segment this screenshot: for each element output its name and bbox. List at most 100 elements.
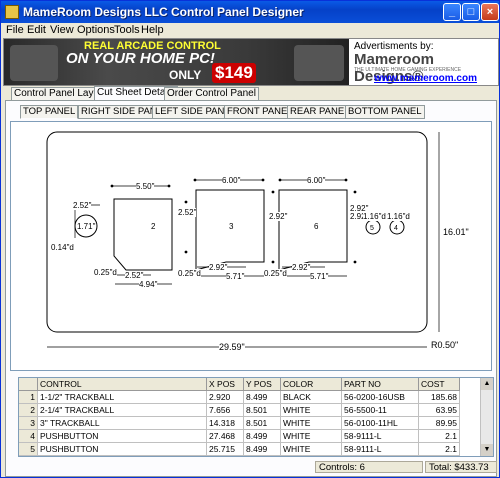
subtab-front-panel[interactable]: FRONT PANEL bbox=[224, 105, 296, 119]
row-number: 2 bbox=[19, 403, 38, 417]
cutout-3-label: 3 bbox=[229, 222, 234, 231]
cut-sheet-panel: TOP PANEL RIGHT SIDE PANEL LEFT SIDE PAN… bbox=[5, 100, 497, 477]
maximize-button[interactable]: □ bbox=[462, 3, 480, 21]
menu-edit[interactable]: Edit bbox=[27, 24, 46, 36]
cell-ypos[interactable]: 8.499 bbox=[243, 390, 281, 404]
controls-table: CONTROL X POS Y POS COLOR PART NO COST 1… bbox=[19, 378, 460, 456]
cell-xpos[interactable]: 2.920 bbox=[206, 390, 244, 404]
cell-color[interactable]: WHITE bbox=[280, 416, 342, 430]
title-bar[interactable]: MameRoom Designs LLC Control Panel Desig… bbox=[1, 1, 499, 23]
tab-order-control-panel[interactable]: Order Control Panel bbox=[164, 87, 259, 100]
subtab-bottom-panel[interactable]: BOTTOM PANEL bbox=[345, 105, 425, 119]
dim-0-25-c: 0.25"d bbox=[264, 269, 287, 278]
cell-cost[interactable]: 2.1 bbox=[418, 429, 460, 443]
advertisement-banner[interactable]: REAL ARCADE CONTROL ON YOUR HOME PC! ONL… bbox=[3, 38, 499, 86]
cell-color[interactable]: WHITE bbox=[280, 429, 342, 443]
col-header-ypos[interactable]: Y POS bbox=[243, 378, 281, 391]
cell-xpos[interactable]: 7.656 bbox=[206, 403, 244, 417]
table-row[interactable]: 5 PUSHBUTTON 25.715 8.499 WHITE 58-9111-… bbox=[19, 442, 460, 456]
ad-subheadline: ON YOUR HOME PC! bbox=[66, 50, 215, 67]
menu-bar: File Edit View Options Tools Help bbox=[1, 23, 499, 37]
cell-color[interactable]: BLACK bbox=[280, 390, 342, 404]
cell-part-no[interactable]: 56-5500-11 bbox=[341, 403, 419, 417]
cell-control[interactable]: PUSHBUTTON bbox=[37, 442, 207, 456]
menu-help[interactable]: Help bbox=[141, 24, 164, 36]
table-header-row: CONTROL X POS Y POS COLOR PART NO COST bbox=[19, 378, 460, 391]
row-number: 1 bbox=[19, 390, 38, 404]
total-cost: Total: $433.73 bbox=[425, 461, 497, 473]
dim-1-16-b: 1.16"d bbox=[387, 212, 410, 221]
cell-part-no[interactable]: 58-9111-L bbox=[341, 429, 419, 443]
cell-ypos[interactable]: 8.499 bbox=[243, 442, 281, 456]
ad-only-text: ONLY bbox=[169, 68, 202, 82]
ad-image[interactable]: REAL ARCADE CONTROL ON YOUR HOME PC! ONL… bbox=[4, 39, 349, 85]
table-row[interactable]: 3 3" TRACKBALL 14.318 8.501 WHITE 56-010… bbox=[19, 416, 460, 430]
cutout-6-label: 6 bbox=[314, 222, 319, 231]
app-window: MameRoom Designs LLC Control Panel Desig… bbox=[0, 0, 500, 478]
menu-file[interactable]: File bbox=[6, 24, 24, 36]
menu-options[interactable]: Options bbox=[77, 24, 115, 36]
dim-width: 29.59" bbox=[219, 342, 245, 352]
dim-2-92-a: 2.92" bbox=[269, 212, 288, 221]
cell-cost[interactable]: 2.1 bbox=[418, 442, 460, 456]
cell-control[interactable]: 2-1/4" TRACKBALL bbox=[37, 403, 207, 417]
cell-part-no[interactable]: 56-0200-16USB bbox=[341, 390, 419, 404]
cell-xpos[interactable]: 27.468 bbox=[206, 429, 244, 443]
cell-part-no[interactable]: 58-9111-L bbox=[341, 442, 419, 456]
cell-cost[interactable]: 89.95 bbox=[418, 416, 460, 430]
cell-cost[interactable]: 63.95 bbox=[418, 403, 460, 417]
app-icon bbox=[5, 5, 19, 19]
ad-sponsor[interactable]: Advertisments by: Mameroom Designs® THE … bbox=[350, 39, 498, 85]
subtab-rear-panel[interactable]: REAR PANEL bbox=[287, 105, 353, 119]
joystick-image bbox=[10, 45, 58, 81]
brand-url-link[interactable]: www.mameroom.com bbox=[374, 73, 477, 84]
dim-2-92-b: 2.92" bbox=[209, 263, 228, 272]
cell-control[interactable]: 1-1/2" TRACKBALL bbox=[37, 390, 207, 404]
cell-cost[interactable]: 185.68 bbox=[418, 390, 460, 404]
row-number: 3 bbox=[19, 416, 38, 430]
scroll-up-icon[interactable]: ▲ bbox=[481, 378, 493, 390]
col-header-color[interactable]: COLOR bbox=[280, 378, 342, 391]
status-bar: Controls: 6 Total: $433.73 bbox=[5, 460, 497, 474]
dim-5-71-a: 5.71" bbox=[226, 272, 245, 281]
cutout-2 bbox=[113, 198, 173, 271]
dim-0-14: 0.14"d bbox=[51, 243, 74, 252]
table-row[interactable]: 1 1-1/2" TRACKBALL 2.920 8.499 BLACK 56-… bbox=[19, 390, 460, 404]
menu-view[interactable]: View bbox=[50, 24, 74, 36]
dim-5-50: 5.50" bbox=[136, 182, 155, 191]
cell-ypos[interactable]: 8.501 bbox=[243, 403, 281, 417]
minimize-button[interactable]: _ bbox=[443, 3, 461, 21]
dim-0-25-b: 0.25"d bbox=[178, 269, 201, 278]
controls-grid[interactable]: CONTROL X POS Y POS COLOR PART NO COST 1… bbox=[18, 377, 494, 457]
cell-ypos[interactable]: 8.501 bbox=[243, 416, 281, 430]
dim-1-71: 1.71" bbox=[77, 222, 96, 231]
table-row[interactable]: 4 PUSHBUTTON 27.468 8.499 WHITE 58-9111-… bbox=[19, 429, 460, 443]
row-header-corner bbox=[19, 378, 38, 391]
menu-tools[interactable]: Tools bbox=[114, 24, 140, 36]
cell-color[interactable]: WHITE bbox=[280, 442, 342, 456]
col-header-xpos[interactable]: X POS bbox=[206, 378, 244, 391]
cell-control[interactable]: PUSHBUTTON bbox=[37, 429, 207, 443]
vertical-scrollbar[interactable]: ▲ ▼ bbox=[480, 378, 493, 456]
table-row[interactable]: 2 2-1/4" TRACKBALL 7.656 8.501 WHITE 56-… bbox=[19, 403, 460, 417]
scroll-down-icon[interactable]: ▼ bbox=[481, 444, 493, 456]
cell-xpos[interactable]: 14.318 bbox=[206, 416, 244, 430]
col-header-part-no[interactable]: PART NO bbox=[341, 378, 419, 391]
close-button[interactable]: × bbox=[481, 3, 499, 21]
cell-control[interactable]: 3" TRACKBALL bbox=[37, 416, 207, 430]
subtab-top-panel[interactable]: TOP PANEL bbox=[20, 105, 79, 119]
cell-xpos[interactable]: 25.715 bbox=[206, 442, 244, 456]
cut-sheet-drawing[interactable]: 2 3 6 1 5 4 2.52" 1.71" 0.14"d 5.50" 2.5… bbox=[10, 121, 492, 371]
window-title: MameRoom Designs LLC Control Panel Desig… bbox=[23, 5, 304, 19]
cell-color[interactable]: WHITE bbox=[280, 403, 342, 417]
ad-price: $149 bbox=[212, 63, 256, 83]
cell-ypos[interactable]: 8.499 bbox=[243, 429, 281, 443]
dim-2-92-d: 2.92" bbox=[292, 263, 311, 272]
dim-2-52-b: 2.52" bbox=[178, 208, 197, 217]
cell-part-no[interactable]: 56-0100-11HL bbox=[341, 416, 419, 430]
drawing-canvas: 2 3 6 1 5 4 bbox=[46, 131, 440, 348]
dim-4-94: 4.94" bbox=[139, 280, 158, 289]
dim-corner-radius: R0.50" bbox=[431, 340, 459, 350]
col-header-control[interactable]: CONTROL bbox=[37, 378, 207, 391]
col-header-cost[interactable]: COST bbox=[418, 378, 460, 391]
